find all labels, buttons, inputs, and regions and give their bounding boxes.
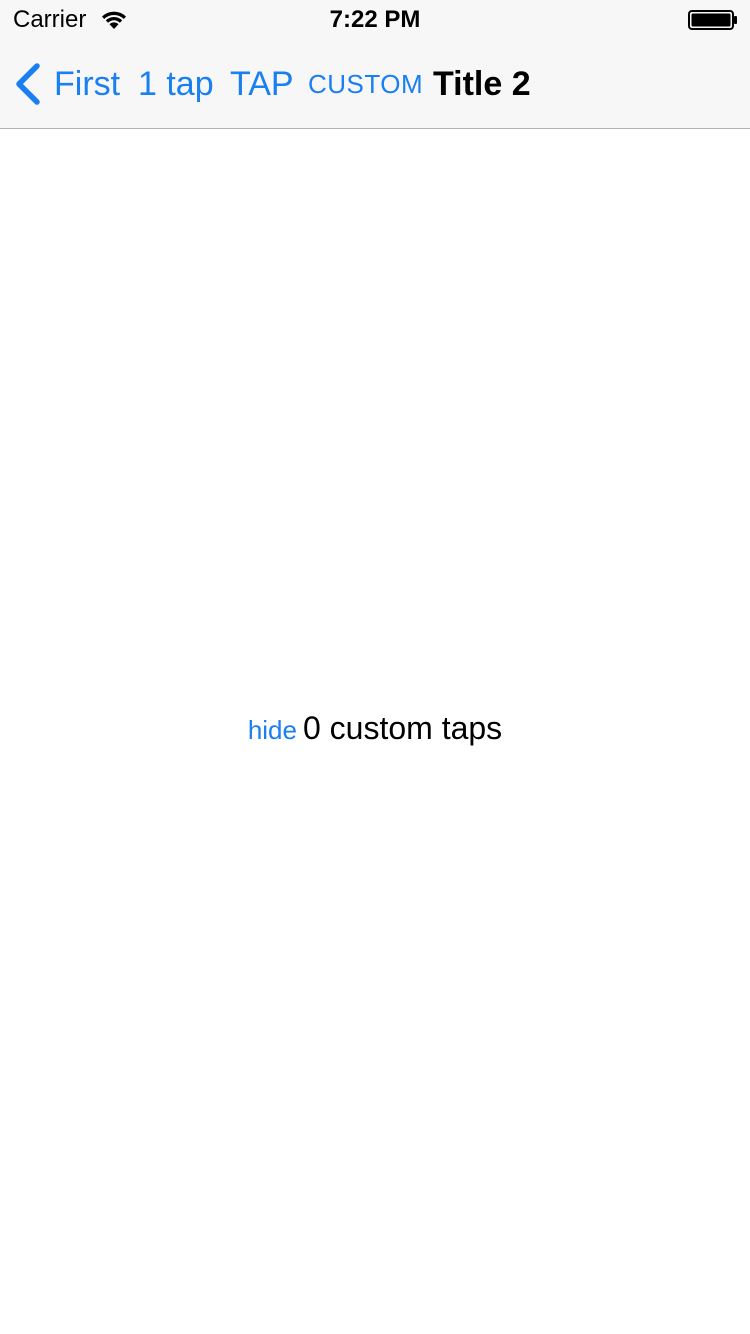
back-button-label: First	[54, 65, 121, 103]
back-button[interactable]: First	[14, 62, 120, 106]
battery-icon	[688, 10, 737, 30]
chevron-left-icon	[16, 63, 40, 105]
screen: Carrier 7:22 PM First 1 tap TAP CUSTOM T…	[0, 0, 750, 1334]
navigation-bar: First 1 tap TAP CUSTOM Title 2	[0, 40, 750, 129]
clock: 7:22 PM	[329, 6, 421, 33]
one-tap-button[interactable]: 1 tap	[138, 62, 214, 106]
hide-button[interactable]: hide	[248, 715, 297, 746]
custom-button[interactable]: CUSTOM	[308, 62, 423, 106]
custom-taps-counter: 0 custom taps	[302, 710, 503, 746]
status-bar: Carrier 7:22 PM	[0, 0, 750, 40]
content-row: hide 0 custom taps	[0, 710, 750, 754]
tap-button[interactable]: TAP	[230, 62, 294, 106]
page-title: Title 2	[433, 65, 531, 103]
